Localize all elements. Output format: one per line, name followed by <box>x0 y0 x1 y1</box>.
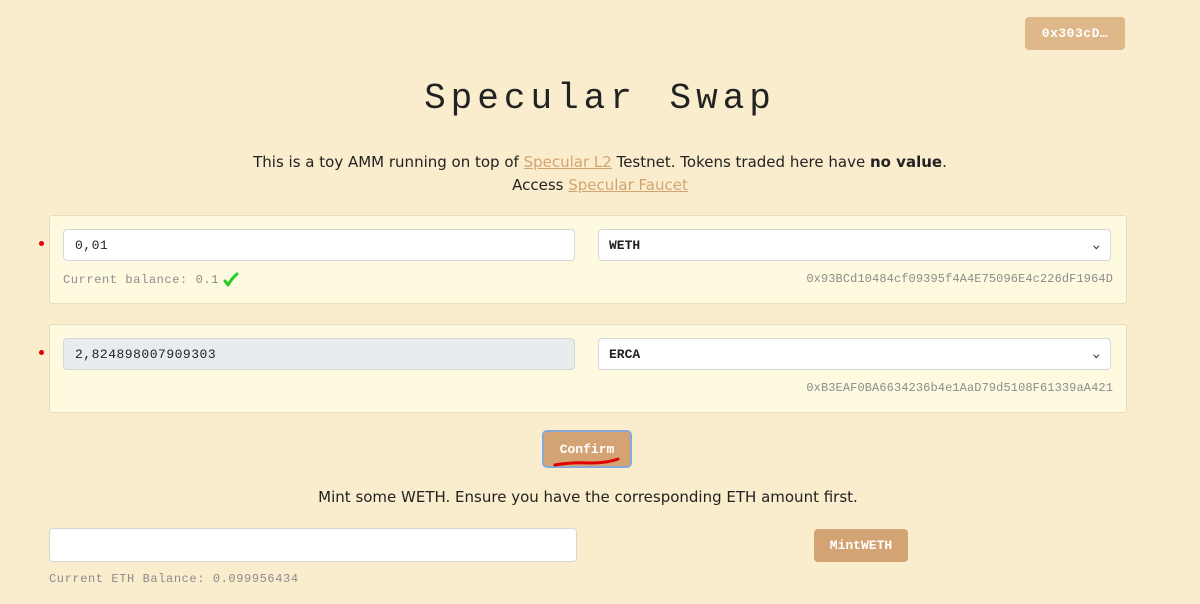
current-balance: Current balance: 0.1 <box>63 272 239 288</box>
specular-l2-link[interactable]: Specular L2 <box>524 153 612 171</box>
to-amount-output: 2,824898007909303 <box>63 338 575 370</box>
to-token-select[interactable]: ERCA ⌄ <box>598 338 1111 370</box>
intro-suffix: . <box>942 153 947 171</box>
mint-weth-button[interactable]: MintWETH <box>814 529 908 562</box>
intro-line-2: Access Specular Faucet <box>0 174 1200 197</box>
from-token-label: WETH <box>609 237 641 253</box>
red-underline-annotation <box>553 457 620 467</box>
chevron-down-icon: ⌄ <box>1092 349 1101 361</box>
marker-dot <box>39 350 44 355</box>
specular-faucet-link[interactable]: Specular Faucet <box>568 176 688 194</box>
intro-text: This is a toy AMM running on top of Spec… <box>0 151 1200 197</box>
swap-from-panel: 0,01 WETH ⌄ Current balance: 0.1 0x93BCd… <box>49 215 1127 304</box>
access-prefix: Access <box>512 176 569 194</box>
page-title: Specular Swap <box>424 78 776 119</box>
to-token-label: ERCA <box>609 346 641 362</box>
mint-amount-input[interactable] <box>49 528 577 562</box>
from-token-address: 0x93BCd10484cf09395f4A4E75096E4c226dF196… <box>806 272 1113 286</box>
wallet-address-button[interactable]: 0x303cD… <box>1025 17 1125 50</box>
chevron-down-icon: ⌄ <box>1092 240 1101 252</box>
no-value-text: no value <box>869 153 943 171</box>
intro-middle: Testnet. Tokens traded here have <box>611 153 870 171</box>
intro-line-1: This is a toy AMM running on top of Spec… <box>0 151 1200 174</box>
marker-dot <box>39 241 44 246</box>
mint-instructions: Mint some WETH. Ensure you have the corr… <box>318 488 858 506</box>
swap-to-panel: 2,824898007909303 ERCA ⌄ 0xB3EAF0BA66342… <box>49 324 1127 413</box>
green-check-icon <box>223 272 239 287</box>
from-token-select[interactable]: WETH ⌄ <box>598 229 1111 261</box>
to-token-address: 0xB3EAF0BA6634236b4e1AaD79d5108F61339aA4… <box>806 381 1113 395</box>
intro-prefix: This is a toy AMM running on top of <box>253 153 524 171</box>
current-balance-label: Current balance: 0.1 <box>63 273 220 287</box>
from-amount-input[interactable]: 0,01 <box>63 229 575 261</box>
current-eth-balance: Current ETH Balance: 0.099956434 <box>49 572 299 586</box>
